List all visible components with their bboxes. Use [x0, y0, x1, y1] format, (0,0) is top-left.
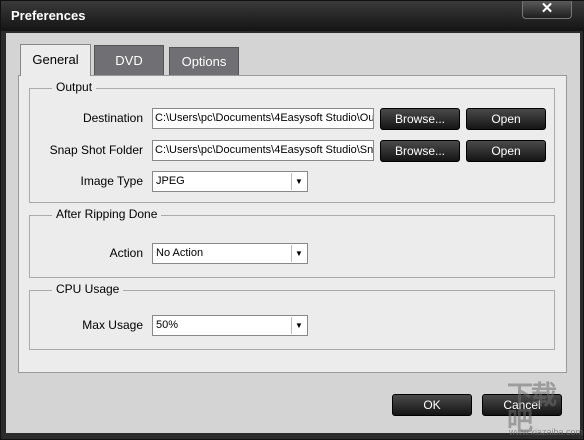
image-type-select[interactable]: JPEG ▼	[152, 171, 308, 192]
close-icon: ✕	[540, 0, 554, 17]
chevron-down-icon[interactable]: ▼	[291, 317, 306, 334]
chevron-down-icon[interactable]: ▼	[291, 245, 306, 262]
chevron-down-icon[interactable]: ▼	[291, 173, 306, 190]
image-type-value: JPEG	[156, 175, 185, 187]
snapshot-folder-label: Snap Shot Folder	[49, 143, 143, 157]
max-usage-label: Max Usage	[82, 318, 143, 332]
close-button[interactable]: ✕	[522, 1, 572, 19]
snapshot-open-button[interactable]: Open	[466, 140, 546, 162]
destination-browse-button[interactable]: Browse...	[380, 108, 460, 130]
tab-dvd[interactable]: DVD	[94, 45, 164, 76]
after-ripping-group: After Ripping Done Action No Action ▼	[29, 207, 555, 278]
output-group: Output Destination C:\Users\pc\Documents…	[29, 80, 555, 203]
action-value: No Action	[156, 247, 204, 259]
cpu-usage-group: CPU Usage Max Usage 50% ▼	[29, 282, 555, 350]
snapshot-folder-field[interactable]: C:\Users\pc\Documents\4Easysoft Studio\S…	[152, 140, 374, 161]
cpu-usage-group-label: CPU Usage	[52, 282, 124, 296]
tab-options[interactable]: Options	[169, 47, 239, 75]
site-watermark-url: www.xiazaiba.com	[509, 427, 584, 437]
output-group-label: Output	[52, 80, 97, 94]
tab-general[interactable]: General	[20, 44, 91, 76]
action-label: Action	[109, 246, 143, 260]
max-usage-value: 50%	[156, 319, 179, 331]
max-usage-select[interactable]: 50% ▼	[152, 315, 308, 336]
ok-button[interactable]: OK	[392, 394, 472, 416]
snapshot-browse-button[interactable]: Browse...	[380, 140, 460, 162]
window-title: Preferences	[11, 8, 86, 23]
destination-label: Destination	[82, 111, 143, 125]
destination-field[interactable]: C:\Users\pc\Documents\4Easysoft Studio\O…	[152, 108, 374, 129]
title-bar[interactable]: Preferences ✕	[1, 1, 584, 31]
preferences-window: Preferences ✕ DVD Options General Output…	[0, 0, 584, 440]
general-tab-panel: Output Destination C:\Users\pc\Documents…	[18, 75, 567, 373]
image-type-label: Image Type	[80, 174, 143, 188]
after-ripping-group-label: After Ripping Done	[52, 207, 162, 221]
dialog-body: DVD Options General Output Destination C…	[6, 33, 580, 433]
action-select[interactable]: No Action ▼	[152, 243, 308, 264]
destination-open-button[interactable]: Open	[466, 108, 546, 130]
